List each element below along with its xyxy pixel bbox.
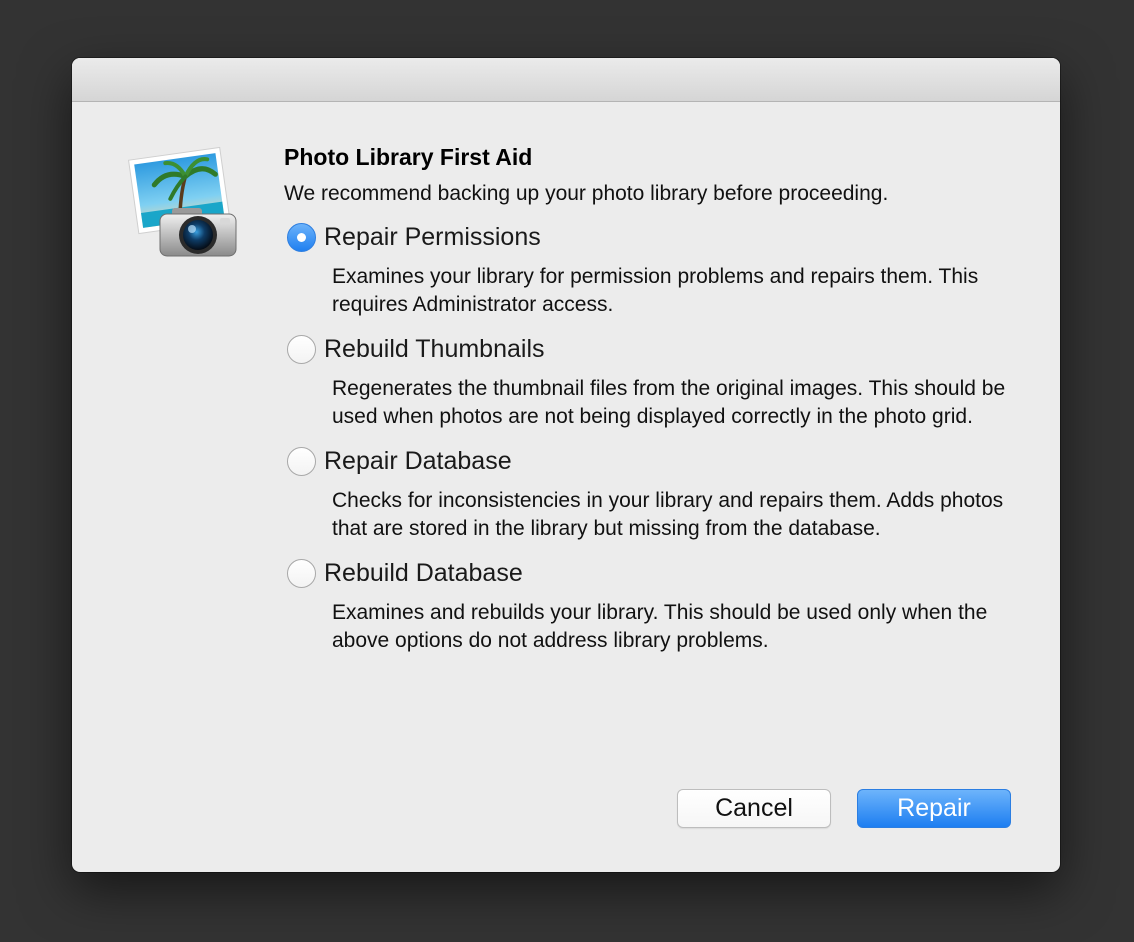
repair-button[interactable]: Repair <box>857 789 1011 828</box>
option-description: Examines your library for permission pro… <box>332 265 979 316</box>
option-rebuild-thumbnails: Rebuild Thumbnails Regenerates the thumb… <box>284 331 1024 431</box>
radio-button[interactable] <box>287 558 316 588</box>
dialog-titlebar[interactable] <box>72 58 1060 102</box>
dialog-title: Photo Library First Aid <box>284 144 533 170</box>
iphoto-camera-icon <box>127 146 237 257</box>
option-label[interactable]: Rebuild Thumbnails <box>324 331 545 367</box>
radio-button[interactable] <box>287 334 316 364</box>
option-label[interactable]: Rebuild Database <box>324 555 523 591</box>
radio-repair-permissions[interactable]: Repair Permissions <box>284 219 1024 255</box>
option-label[interactable]: Repair Database <box>324 443 512 479</box>
option-rebuild-database: Rebuild Database Examines and rebuilds y… <box>284 555 1024 655</box>
option-description: Checks for inconsistencies in your libra… <box>332 489 1004 540</box>
option-description: Examines and rebuilds your library. This… <box>332 601 988 652</box>
dialog-content: Photo Library First Aid We recommend bac… <box>284 142 1024 655</box>
radio-repair-database[interactable]: Repair Database <box>284 443 1024 479</box>
option-label[interactable]: Repair Permissions <box>324 219 541 255</box>
option-repair-permissions: Repair Permissions Examines your library… <box>284 219 1024 319</box>
radio-rebuild-thumbnails[interactable]: Rebuild Thumbnails <box>284 331 1024 367</box>
radio-button[interactable] <box>287 446 316 476</box>
option-description: Regenerates the thumbnail files from the… <box>332 377 1006 428</box>
option-repair-database: Repair Database Checks for inconsistenci… <box>284 443 1024 543</box>
cancel-button[interactable]: Cancel <box>677 789 831 828</box>
first-aid-dialog: Photo Library First Aid We recommend bac… <box>72 58 1060 872</box>
radio-dot <box>297 232 306 242</box>
radio-button-selected[interactable] <box>287 222 316 252</box>
radio-rebuild-database[interactable]: Rebuild Database <box>284 555 1024 591</box>
dialog-subtitle: We recommend backing up your photo libra… <box>284 182 889 205</box>
